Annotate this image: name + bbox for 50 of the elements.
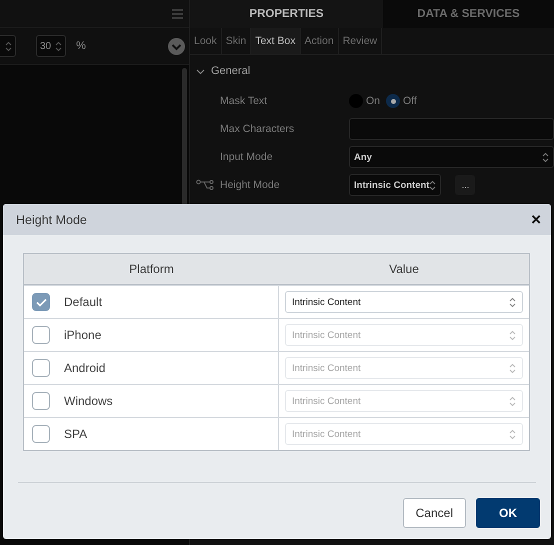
zoom-field[interactable]: 30 [36, 35, 66, 57]
updown-icon [542, 152, 549, 162]
platform-name: SPA [64, 427, 88, 441]
section-title: General [211, 65, 250, 77]
updown-icon [509, 296, 516, 308]
platform-name: Android [64, 361, 106, 375]
column-header: Platform [128, 261, 175, 278]
value-select[interactable]: Intrinsic Content [285, 291, 523, 313]
checkbox[interactable] [32, 425, 50, 443]
ok-button[interactable]: OK [476, 498, 540, 528]
column-header: Value [388, 261, 420, 278]
property-label: Height Mode [220, 179, 281, 191]
checkbox[interactable] [32, 326, 50, 344]
updown-icon [509, 330, 516, 340]
property-label: Input Mode [220, 151, 274, 163]
platform-name: Default [64, 295, 102, 309]
radio-button[interactable] [386, 94, 400, 108]
checkbox[interactable] [32, 392, 50, 410]
checkbox[interactable] [32, 293, 50, 311]
updown-icon [509, 362, 516, 374]
updown-icon [509, 396, 516, 406]
text-field[interactable] [349, 118, 554, 140]
chevron-down-icon[interactable] [168, 38, 185, 54]
check-icon [36, 298, 46, 306]
more-button[interactable]: ... [455, 175, 476, 195]
select-field[interactable]: Intrinsic Content [349, 174, 442, 196]
platform-name: Windows [64, 394, 113, 408]
property-label: Mask Text [220, 95, 268, 107]
close-button[interactable]: × [531, 211, 541, 228]
percent-label: % [76, 40, 87, 52]
dialog-title: Height Mode [16, 212, 87, 226]
menu-icon[interactable] [172, 8, 183, 18]
updown-icon [429, 180, 436, 190]
panel-tab[interactable]: DATA & SERVICES [383, 0, 554, 28]
cancel-button[interactable]: Cancel [402, 498, 466, 528]
radio-label: Off [403, 95, 417, 107]
sub-tab[interactable]: Review [338, 28, 382, 54]
radio-label: On [366, 95, 380, 107]
updown-icon [55, 40, 62, 52]
updown-icon [509, 428, 516, 440]
chevron-icon[interactable] [196, 66, 205, 76]
checkbox[interactable] [32, 359, 50, 377]
platform-name: iPhone [64, 328, 102, 342]
sub-tab[interactable]: Text Box [251, 28, 300, 54]
sub-tab[interactable]: Action [300, 28, 339, 54]
select-field[interactable]: Any [349, 146, 554, 168]
updown-icon [5, 40, 12, 52]
sub-tab[interactable]: Look [190, 28, 222, 54]
property-label: Max Characters [220, 123, 296, 135]
branch-icon [196, 179, 214, 191]
